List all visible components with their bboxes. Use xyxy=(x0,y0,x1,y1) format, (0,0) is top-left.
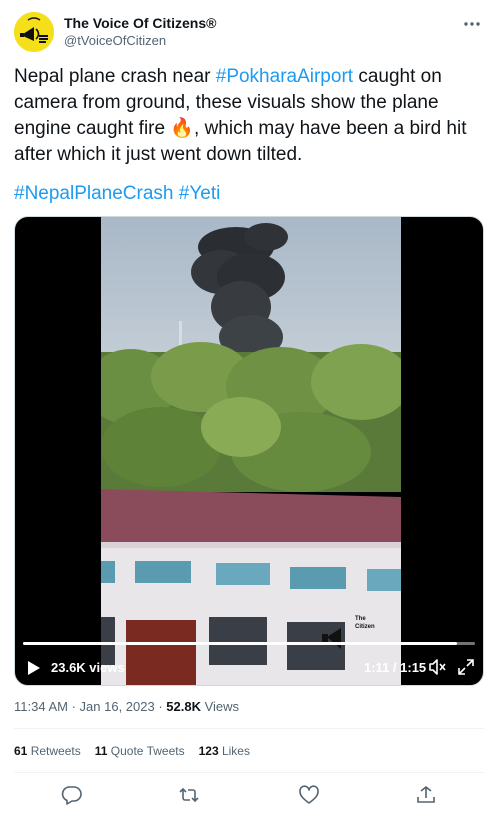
divider xyxy=(14,728,484,729)
video-progress-bar[interactable] xyxy=(23,642,475,645)
tweet-header: The Voice Of Citizens® @tVoiceOfCitizen xyxy=(14,10,484,54)
tweet-actions xyxy=(14,780,484,810)
retweet-icon[interactable] xyxy=(178,784,200,806)
more-icon[interactable] xyxy=(460,14,484,34)
likes-count: 123 xyxy=(198,744,219,758)
views-label: Views xyxy=(200,699,240,714)
view-count: 52.8K xyxy=(166,699,201,714)
video-views: 23.6K views xyxy=(51,660,125,675)
meta-separator: · xyxy=(154,699,167,714)
retweets-stat[interactable]: 61 Retweets xyxy=(14,744,81,758)
video-watermark: The Citizens xyxy=(355,616,375,630)
quotes-count: 11 xyxy=(94,744,108,758)
account-handle[interactable]: @tVoiceOfCitizen xyxy=(64,33,166,48)
tweet-hashtags: #NepalPlaneCrash #Yeti xyxy=(14,181,484,207)
fullscreen-icon[interactable] xyxy=(457,658,475,676)
account-name[interactable]: The Voice Of Citizens® xyxy=(64,15,216,31)
meta-separator: · xyxy=(67,699,80,714)
video-player[interactable]: The Citizens 23.6K views 1:11 / 1:15 xyxy=(14,216,484,686)
hashtag-link[interactable]: #NepalPlaneCrash xyxy=(14,183,174,204)
retweets-count: 61 xyxy=(14,744,28,758)
reply-icon[interactable] xyxy=(61,784,83,806)
tweet-meta: 11:34 AM · Jan 16, 2023 · 52.8K Views xyxy=(14,699,239,714)
retweets-label: Retweets xyxy=(30,744,81,758)
logo-megaphone-icon xyxy=(14,12,54,52)
video-time: 1:11 / 1:15 xyxy=(364,660,427,675)
play-icon[interactable] xyxy=(27,660,41,676)
likes-stat[interactable]: 123 Likes xyxy=(199,744,250,758)
share-icon[interactable] xyxy=(415,784,437,806)
divider xyxy=(14,772,484,773)
tweet-time[interactable]: 11:34 AM xyxy=(14,699,68,714)
likes-label: Likes xyxy=(221,744,250,758)
avatar[interactable] xyxy=(14,12,54,52)
tweet-date[interactable]: Jan 16, 2023 xyxy=(80,699,155,714)
tweet-text: Nepal plane crash near #PokharaAirport c… xyxy=(14,64,484,168)
tweet-text-part: Nepal plane crash near xyxy=(14,66,216,87)
hashtag-link[interactable]: #PokharaAirport xyxy=(216,66,353,87)
hashtag-link[interactable]: #Yeti xyxy=(179,183,221,204)
quotes-stat[interactable]: 11 Quote Tweets xyxy=(95,744,185,758)
tweet-stats: 61 Retweets 11 Quote Tweets 123 Likes xyxy=(14,744,264,758)
volume-muted-icon[interactable] xyxy=(428,658,446,676)
fire-emoji: 🔥 xyxy=(170,118,195,139)
quotes-label: Quote Tweets xyxy=(110,744,185,758)
like-icon[interactable] xyxy=(298,784,320,806)
video-progress-fill xyxy=(23,642,457,645)
